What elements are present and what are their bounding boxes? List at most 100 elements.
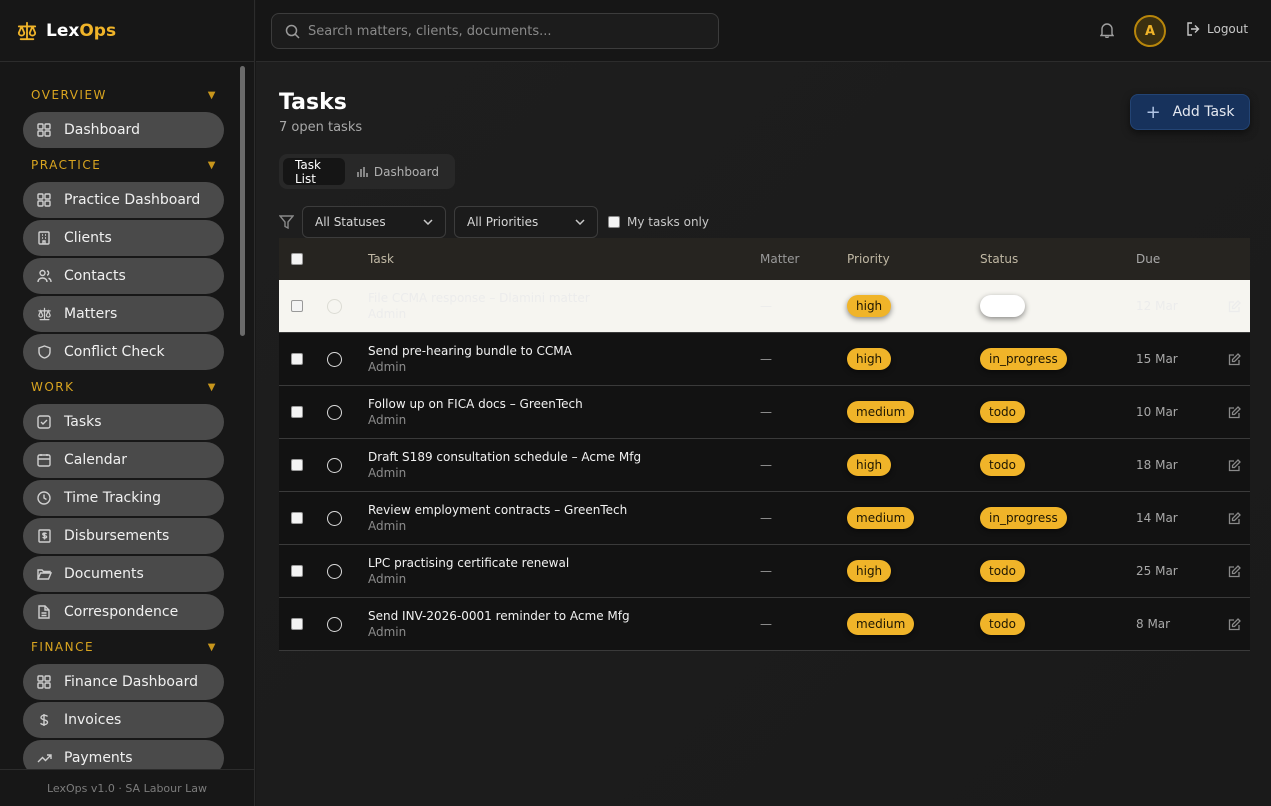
- scale-icon: [36, 306, 52, 322]
- task-title[interactable]: Send pre-hearing bundle to CCMA: [368, 344, 760, 358]
- brand-logo[interactable]: Lex Ops: [0, 0, 254, 62]
- priority-cell: medium: [847, 507, 980, 529]
- edit-icon[interactable]: [1218, 617, 1250, 631]
- sidebar-item-correspondence[interactable]: Correspondence: [23, 594, 224, 630]
- status-cell: todo: [980, 401, 1136, 423]
- nav-section-practice: PRACTICE ▼ Practice Dashboard Clients Con…: [23, 154, 254, 370]
- row-checkbox[interactable]: [291, 565, 303, 577]
- row-checkbox[interactable]: [291, 512, 303, 524]
- tab-task-list[interactable]: Task List: [283, 158, 345, 186]
- bell-icon[interactable]: [1099, 22, 1115, 42]
- section-header-overview[interactable]: OVERVIEW ▼: [23, 84, 223, 106]
- building-icon: [36, 230, 52, 246]
- section-title: FINANCE: [31, 640, 95, 654]
- column-header-due[interactable]: Due: [1136, 252, 1218, 266]
- sidebar-item-invoices[interactable]: Invoices: [23, 702, 224, 738]
- edit-icon[interactable]: [1218, 458, 1250, 472]
- status-badge: todo: [980, 454, 1026, 476]
- complete-toggle-icon[interactable]: [327, 563, 342, 579]
- edit-icon[interactable]: [1218, 352, 1250, 366]
- task-cell: Draft S189 consultation schedule – Acme …: [368, 450, 760, 480]
- avatar[interactable]: A: [1134, 15, 1166, 47]
- table-row[interactable]: File CCMA response – Dlamini matter Admin…: [279, 280, 1250, 333]
- sidebar-item-conflict-check[interactable]: Conflict Check: [23, 334, 224, 370]
- column-header-task[interactable]: Task: [368, 252, 760, 266]
- task-assignee: Admin: [368, 466, 407, 480]
- row-checkbox[interactable]: [291, 300, 303, 312]
- table-row[interactable]: Send pre-hearing bundle to CCMA Admin — h…: [279, 333, 1250, 386]
- status-badge: todo: [980, 401, 1026, 423]
- priority-filter-select[interactable]: All Priorities: [454, 206, 598, 238]
- grid-icon: [36, 192, 52, 208]
- page-subtitle: 7 open tasks: [279, 120, 363, 135]
- task-title[interactable]: Follow up on FICA docs – GreenTech: [368, 397, 760, 411]
- priority-badge: medium: [847, 507, 915, 529]
- table-row[interactable]: LPC practising certificate renewal Admin …: [279, 545, 1250, 598]
- complete-toggle-icon[interactable]: [327, 404, 342, 420]
- column-header-priority[interactable]: Priority: [847, 252, 980, 266]
- status-badge: todo: [980, 295, 1026, 317]
- sidebar-item-tasks[interactable]: Tasks: [23, 404, 224, 440]
- select-all-checkbox[interactable]: [291, 253, 303, 265]
- table-row[interactable]: Send INV-2026-0001 reminder to Acme Mfg A…: [279, 598, 1250, 651]
- sidebar-item-disbursements[interactable]: Disbursements: [23, 518, 224, 554]
- filter-bar: All Statuses All Priorities My tasks onl…: [279, 206, 709, 238]
- sidebar-item-payments[interactable]: Payments: [23, 740, 224, 769]
- add-task-button[interactable]: + Add Task: [1130, 94, 1250, 130]
- dollar-icon: [36, 712, 52, 728]
- status-filter-select[interactable]: All Statuses: [302, 206, 446, 238]
- table-row[interactable]: Draft S189 consultation schedule – Acme …: [279, 439, 1250, 492]
- sidebar-item-matters[interactable]: Matters: [23, 296, 224, 332]
- sidebar-item-contacts[interactable]: Contacts: [23, 258, 224, 294]
- edit-icon[interactable]: [1218, 564, 1250, 578]
- row-select-cell: [279, 510, 368, 526]
- my-tasks-only-toggle[interactable]: My tasks only: [608, 215, 709, 229]
- chevron-down-icon: [575, 219, 585, 225]
- complete-toggle-icon[interactable]: [327, 457, 342, 473]
- task-title[interactable]: Draft S189 consultation schedule – Acme …: [368, 450, 760, 464]
- row-checkbox[interactable]: [291, 353, 303, 365]
- row-checkbox[interactable]: [291, 618, 303, 630]
- complete-toggle-icon[interactable]: [327, 616, 342, 632]
- task-assignee: Admin: [368, 307, 407, 321]
- sidebar-item-calendar[interactable]: Calendar: [23, 442, 224, 478]
- column-header-status[interactable]: Status: [980, 252, 1136, 266]
- sidebar-item-dashboard[interactable]: Dashboard: [23, 112, 224, 148]
- complete-toggle-icon[interactable]: [327, 351, 342, 367]
- add-task-label: Add Task: [1172, 104, 1235, 120]
- sidebar-item-label: Conflict Check: [64, 344, 165, 360]
- task-title[interactable]: Review employment contracts – GreenTech: [368, 503, 760, 517]
- priority-badge: high: [847, 348, 892, 370]
- tab-dashboard[interactable]: Dashboard: [345, 158, 451, 185]
- complete-toggle-icon[interactable]: [327, 298, 342, 314]
- column-header-matter[interactable]: Matter: [760, 252, 847, 266]
- sidebar-item-finance-dashboard[interactable]: Finance Dashboard: [23, 664, 224, 700]
- task-title[interactable]: File CCMA response – Dlamini matter: [368, 291, 760, 305]
- sidebar-scrollbar[interactable]: [240, 66, 245, 336]
- sidebar-item-clients[interactable]: Clients: [23, 220, 224, 256]
- edit-icon[interactable]: [1218, 299, 1250, 313]
- priority-cell: medium: [847, 613, 980, 635]
- status-badge: in_progress: [980, 507, 1067, 529]
- sidebar-item-practice-dashboard[interactable]: Practice Dashboard: [23, 182, 224, 218]
- chevron-down-icon: ▼: [207, 159, 217, 171]
- complete-toggle-icon[interactable]: [327, 510, 342, 526]
- table-row[interactable]: Review employment contracts – GreenTech A…: [279, 492, 1250, 545]
- search-input[interactable]: [308, 23, 688, 39]
- logout-button[interactable]: Logout: [1186, 22, 1248, 36]
- section-header-work[interactable]: WORK ▼: [23, 376, 223, 398]
- sidebar-item-time-tracking[interactable]: Time Tracking: [23, 480, 224, 516]
- search-box[interactable]: [271, 13, 719, 49]
- section-header-practice[interactable]: PRACTICE ▼: [23, 154, 223, 176]
- trend-icon: [36, 750, 52, 766]
- table-row[interactable]: Follow up on FICA docs – GreenTech Admin …: [279, 386, 1250, 439]
- my-tasks-checkbox[interactable]: [608, 216, 620, 228]
- edit-icon[interactable]: [1218, 511, 1250, 525]
- section-header-finance[interactable]: FINANCE ▼: [23, 636, 223, 658]
- edit-icon[interactable]: [1218, 405, 1250, 419]
- row-checkbox[interactable]: [291, 406, 303, 418]
- task-title[interactable]: LPC practising certificate renewal: [368, 556, 760, 570]
- sidebar-item-documents[interactable]: Documents: [23, 556, 224, 592]
- row-checkbox[interactable]: [291, 459, 303, 471]
- task-title[interactable]: Send INV-2026-0001 reminder to Acme Mfg: [368, 609, 760, 623]
